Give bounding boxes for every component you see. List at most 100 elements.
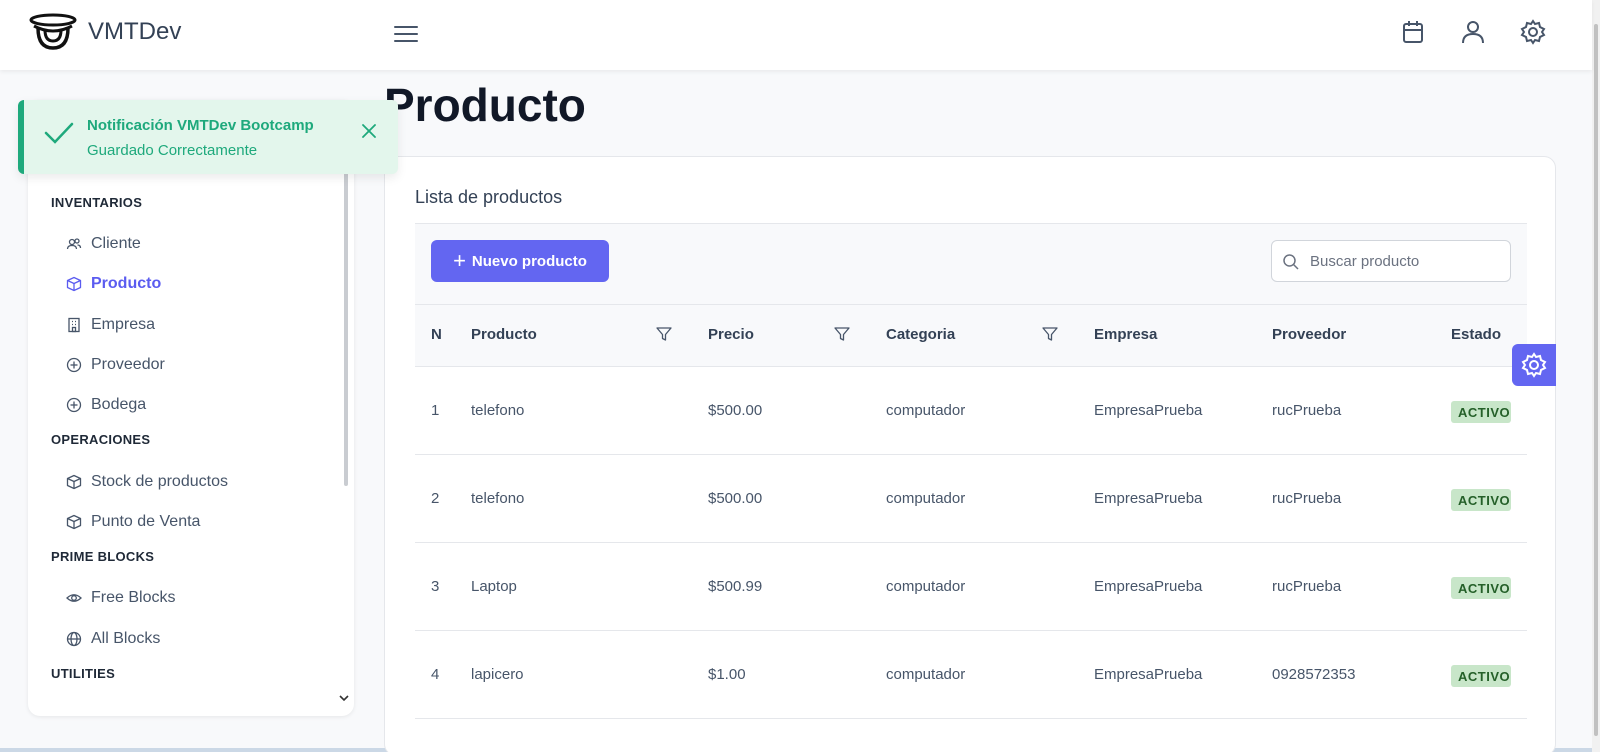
sidebar-item-producto[interactable]: Producto	[66, 272, 161, 296]
toast-notification: Notificación VMTDev Bootcamp Guardado Co…	[18, 100, 398, 174]
sidebar-item-label: Stock de productos	[91, 473, 228, 490]
cell-proveedor: rucPrueba	[1272, 578, 1342, 595]
cell-producto: telefono	[471, 402, 525, 419]
cell-producto: Laptop	[471, 578, 517, 595]
layout-config-button[interactable]	[1512, 344, 1556, 386]
sidebar-item-free-blocks[interactable]: Free Blocks	[66, 586, 175, 610]
toast-message: Guardado Correctamente	[87, 142, 258, 159]
cell-n: 2	[431, 490, 440, 507]
menu-icon[interactable]	[392, 20, 420, 48]
filter-icon[interactable]	[655, 325, 673, 343]
box-icon	[66, 474, 82, 490]
vmtdev-logo-icon	[29, 13, 77, 50]
cell-producto: telefono	[471, 490, 525, 507]
gear-icon	[1521, 352, 1547, 378]
table-row[interactable]: 2 telefono $500.00 computador EmpresaPru…	[415, 455, 1527, 543]
cell-empresa: EmpresaPrueba	[1094, 578, 1203, 595]
column-header-estado[interactable]: Estado	[1451, 326, 1501, 343]
sidebar-item-proveedor[interactable]: Proveedor	[66, 353, 165, 377]
sidebar-item-label: Bodega	[91, 396, 147, 413]
chevron-down-icon[interactable]	[338, 692, 350, 704]
sidebar-item-all-blocks[interactable]: All Blocks	[66, 627, 160, 651]
check-icon	[44, 122, 74, 144]
sidebar-item-label: Free Blocks	[91, 589, 176, 606]
plus-icon: +	[453, 248, 466, 273]
cell-precio: $500.00	[708, 490, 763, 507]
box-icon	[66, 276, 82, 292]
section-title-operaciones: OPERACIONES	[51, 432, 151, 447]
table-header: N Producto Precio Categoria Empresa Prov…	[415, 305, 1527, 367]
sidebar-item-label: Producto	[91, 275, 162, 292]
table-row[interactable]: 4 lapicero $1.00 computador EmpresaPrueb…	[415, 631, 1527, 719]
search-icon	[1283, 254, 1299, 270]
column-header-categoria[interactable]: Categoria	[886, 326, 955, 343]
page-title: Producto	[384, 79, 586, 131]
building-icon	[68, 317, 80, 333]
brand-name: VMTDev	[88, 18, 182, 45]
calendar-icon[interactable]	[1399, 18, 1427, 46]
sidebar-scrollbar[interactable]	[344, 160, 348, 486]
sidebar-item-punto-de-venta[interactable]: Punto de Venta	[66, 510, 200, 534]
search-box[interactable]	[1271, 240, 1511, 282]
plus-circle-icon	[66, 357, 82, 373]
plus-circle-icon	[66, 397, 82, 413]
cell-empresa: EmpresaPrueba	[1094, 402, 1203, 419]
sidebar-item-label: Punto de Venta	[91, 513, 201, 530]
section-title-prime-blocks: PRIME BLOCKS	[51, 549, 155, 564]
eye-icon	[66, 594, 82, 602]
cell-empresa: EmpresaPrueba	[1094, 666, 1203, 683]
users-icon	[66, 238, 82, 250]
sidebar-item-empresa[interactable]: Empresa	[66, 313, 155, 337]
cell-precio: $1.00	[708, 666, 746, 683]
sidebar-item-stock[interactable]: Stock de productos	[66, 470, 228, 494]
cell-producto: lapicero	[471, 666, 524, 683]
column-header-empresa[interactable]: Empresa	[1094, 326, 1157, 343]
sidebar-item-bodega[interactable]: Bodega	[66, 393, 146, 417]
gear-icon[interactable]	[1519, 18, 1547, 46]
cell-proveedor: 0928572353	[1272, 666, 1356, 683]
status-badge: ACTIVO	[1451, 665, 1511, 687]
cell-n: 1	[431, 402, 440, 419]
cell-empresa: EmpresaPrueba	[1094, 490, 1203, 507]
sidebar: INVENTARIOS Cliente Producto Empresa Pro…	[28, 100, 354, 716]
cell-precio: $500.00	[708, 402, 763, 419]
sidebar-item-cliente[interactable]: Cliente	[66, 232, 141, 256]
page-scrollbar[interactable]	[1592, 0, 1600, 752]
table-row[interactable]: 3 Laptop $500.99 computador EmpresaPrueb…	[415, 543, 1527, 631]
search-input[interactable]	[1310, 247, 1500, 275]
new-product-button[interactable]: + Nuevo producto	[431, 240, 609, 282]
product-list-card: Lista de productos + Nuevo producto N Pr…	[384, 156, 1556, 752]
cell-categoria: computador	[886, 402, 966, 419]
box-icon	[66, 514, 82, 530]
sidebar-item-label: Empresa	[91, 316, 156, 333]
status-badge: ACTIVO	[1451, 401, 1511, 423]
column-header-precio[interactable]: Precio	[708, 326, 754, 343]
cell-proveedor: rucPrueba	[1272, 490, 1342, 507]
section-title-inventarios: INVENTARIOS	[51, 195, 143, 210]
table-row[interactable]: 1 telefono $500.00 computador EmpresaPru…	[415, 367, 1527, 455]
globe-icon	[66, 631, 82, 647]
filter-icon[interactable]	[833, 325, 851, 343]
close-icon[interactable]	[360, 122, 378, 140]
section-title-utilities: UTILITIES	[51, 666, 116, 681]
table-toolbar: + Nuevo producto	[415, 223, 1527, 305]
cell-n: 4	[431, 666, 440, 683]
sidebar-item-label: All Blocks	[91, 630, 161, 647]
sidebar-item-label: Cliente	[91, 235, 141, 252]
cell-precio: $500.99	[708, 578, 763, 595]
column-header-producto[interactable]: Producto	[471, 326, 537, 343]
user-icon[interactable]	[1459, 18, 1487, 46]
card-title: Lista de productos	[415, 187, 563, 207]
cell-categoria: computador	[886, 666, 966, 683]
topbar: VMTDev	[0, 0, 1592, 70]
status-badge: ACTIVO	[1451, 489, 1511, 511]
column-header-proveedor[interactable]: Proveedor	[1272, 326, 1346, 343]
cell-categoria: computador	[886, 578, 966, 595]
column-header-n[interactable]: N	[431, 326, 442, 343]
toast-title: Notificación VMTDev Bootcamp	[87, 117, 314, 134]
cell-n: 3	[431, 578, 440, 595]
brand[interactable]: VMTDev	[28, 12, 181, 52]
filter-icon[interactable]	[1041, 325, 1059, 343]
new-product-label: Nuevo producto	[471, 252, 587, 270]
sidebar-item-label: Proveedor	[91, 356, 165, 373]
